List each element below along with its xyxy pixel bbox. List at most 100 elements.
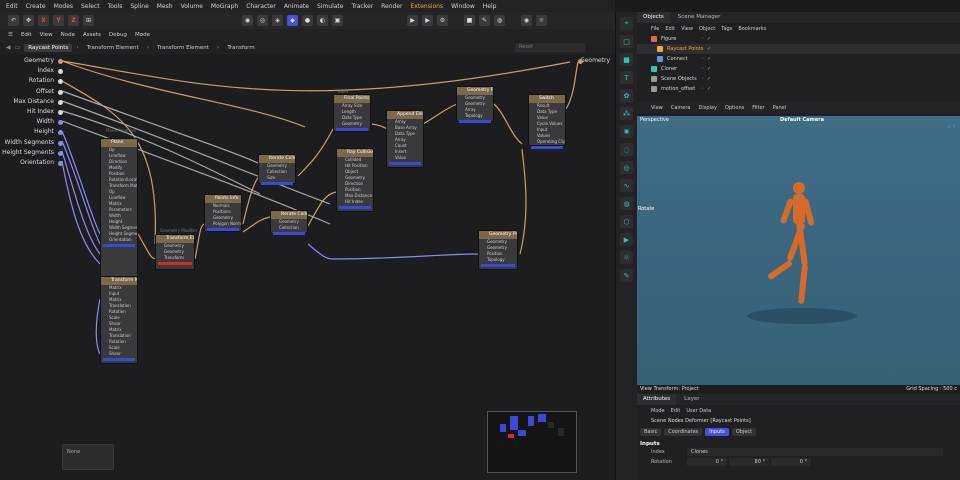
objects-menu-bookmarks[interactable]: Bookmarks [738,26,766,32]
input-hit-index-port[interactable] [58,110,63,115]
menu-create[interactable]: Create [26,3,46,10]
brush-icon[interactable]: ✎ [620,269,633,282]
node-menu-view[interactable]: View [40,32,53,38]
objects-menu-view[interactable]: View [681,26,693,32]
menu-render[interactable]: Render [381,3,402,10]
menu-select[interactable]: Select [81,3,100,10]
input-geometry-port[interactable] [58,59,63,64]
object-row-scene-objects[interactable]: Scene Objects ◦ ✓ [637,74,960,84]
node-port-row[interactable]: Operating Clip [529,139,565,145]
viewport-menu-filter[interactable]: Filter [752,105,764,111]
volume-icon[interactable]: ◍ [620,197,633,210]
render-icon[interactable]: ▶ [620,233,633,246]
node-menu-debug[interactable]: Debug [109,32,127,38]
cube-icon[interactable]: ■ [620,53,633,66]
node-port-row[interactable]: Collection [271,225,307,231]
menu-animate[interactable]: Animate [284,3,309,10]
objects-menu-tags[interactable]: Tags [721,26,732,32]
rotation-b[interactable]: 0 ° [771,458,811,466]
node-port-row[interactable]: Geometry [334,121,370,127]
menu-tracker[interactable]: Tracker [351,3,373,10]
output-geometry-port[interactable] [578,59,583,64]
coordinate-icon[interactable]: ⊞ [83,15,94,26]
menu-modes[interactable]: Modes [54,3,73,10]
node-port-row[interactable]: Orientation [101,237,137,243]
attributes-menu-user-data[interactable]: User Data [686,408,711,414]
model-mode-icon[interactable]: ◈ [272,15,283,26]
chip-coordinates[interactable]: Coordinates [664,428,703,436]
minimap[interactable] [487,411,577,473]
object-row-connect[interactable]: Connect ◦ ✓ [637,54,960,64]
node-port-row[interactable]: Topology [457,113,493,119]
menu-tools[interactable]: Tools [108,3,123,10]
workplane-icon[interactable]: ◎ [257,15,268,26]
node-points-info[interactable]: Points Info Normals Positions Geometry Polyg… [204,194,242,232]
chip-inputs[interactable]: Inputs [705,428,729,436]
hamburger-icon[interactable]: ☰ [8,32,13,38]
tab-scene-manager[interactable]: Scene Manager [672,12,727,23]
node-menu-mode[interactable]: Mode [135,32,150,38]
tab-attributes[interactable]: Attributes [637,394,677,405]
menu-mograph[interactable]: MoGraph [211,3,238,10]
scene-icon[interactable]: ⬡ [620,215,633,228]
visibility-icon[interactable]: ◦ [701,56,704,62]
edges-mode-icon[interactable]: ◐ [317,15,328,26]
node-geometry-property-set-2[interactable]: Geometry Property SetGeometryGeometryPos… [478,230,518,270]
viewport-menu-view[interactable]: View [651,105,663,111]
breadcrumb-raycast-points[interactable]: Raycast Points [24,43,73,52]
back-arrow-icon[interactable]: ◀ [6,44,11,51]
points-mode-icon[interactable]: ● [302,15,313,26]
chip-basic[interactable]: Basic [640,428,662,436]
rotation-p[interactable]: 80 ° [729,458,769,466]
field-icon[interactable]: ◎ [620,161,633,174]
object-row-motion-offset[interactable]: motion_offset ◦ ✓ [637,84,960,94]
spline-icon[interactable]: ✎ [479,15,490,26]
visibility-icon[interactable]: ◦ [701,86,704,92]
node-port-row[interactable]: Size [259,175,295,181]
node-menu-node[interactable]: Node [61,32,75,38]
node-menu-edit[interactable]: Edit [21,32,32,38]
cloner-icon[interactable]: ⁂ [620,107,633,120]
menu-edit[interactable]: Edit [6,3,18,10]
node-geometry-property-set-1[interactable]: Geometry Property SetGeometryGeometryArr… [456,86,494,123]
render-icon[interactable]: ▶ [422,15,433,26]
spline-icon[interactable]: ∿ [620,179,633,192]
viewport-menu-panel[interactable]: Panel [773,105,787,111]
enabled-check-icon[interactable]: ✓ [707,36,711,42]
render-view-icon[interactable]: ▶ [407,15,418,26]
index-value[interactable]: Clones [687,448,943,456]
viewport-menu-display[interactable]: Display [699,105,717,111]
menu-character[interactable]: Character [246,3,276,10]
node-transform-element[interactable]: Transform ElementGeometryGeometryTransfo… [155,234,195,270]
menu-volume[interactable]: Volume [181,3,203,10]
menu-help[interactable]: Help [483,3,497,10]
objects-menu-object[interactable]: Object [699,26,715,32]
enabled-check-icon[interactable]: ✓ [707,46,711,52]
breadcrumb-transform[interactable]: Transform [223,44,258,52]
menu-extensions[interactable]: Extensions [411,3,444,10]
visibility-icon[interactable]: ◦ [701,36,704,42]
enabled-check-icon[interactable]: ✓ [707,76,711,82]
node-graph[interactable]: Geometry Index Rotation Offset Max Distance H… [0,54,615,480]
tab-objects[interactable]: Objects [637,12,670,23]
menu-window[interactable]: Window [451,3,475,10]
node-switch[interactable]: Switch Result Data Type Value Cycle Values In… [528,94,566,149]
light-icon[interactable]: ☼ [620,251,633,264]
menu-simulate[interactable]: Simulate [317,3,344,10]
effector-icon[interactable]: ✺ [620,125,633,138]
node-port-row[interactable]: Shear [101,351,137,357]
enabled-check-icon[interactable]: ✓ [707,86,711,92]
cube-icon[interactable]: ■ [464,15,475,26]
generator-icon[interactable]: ◍ [494,15,505,26]
object-row-figure[interactable]: Figure ◦ ✓ [637,34,960,44]
object-row-raycast-points[interactable]: Raycast Points ◦ ✓ [637,44,960,54]
reset-field[interactable]: Reset [515,43,585,52]
node-iterate-collection-1[interactable]: Iterate CollectionGeometryCollectionSize [258,154,296,185]
objects-menu-edit[interactable]: Edit [665,26,675,32]
x-axis-toggle[interactable]: X [38,15,49,26]
camera-icon[interactable]: ◉ [521,15,532,26]
attributes-menu-edit[interactable]: Edit [671,408,681,414]
text-icon[interactable]: T [620,71,633,84]
breadcrumb-transform-element-2[interactable]: Transform Element [153,44,213,52]
input-max-distance-port[interactable] [58,99,63,105]
